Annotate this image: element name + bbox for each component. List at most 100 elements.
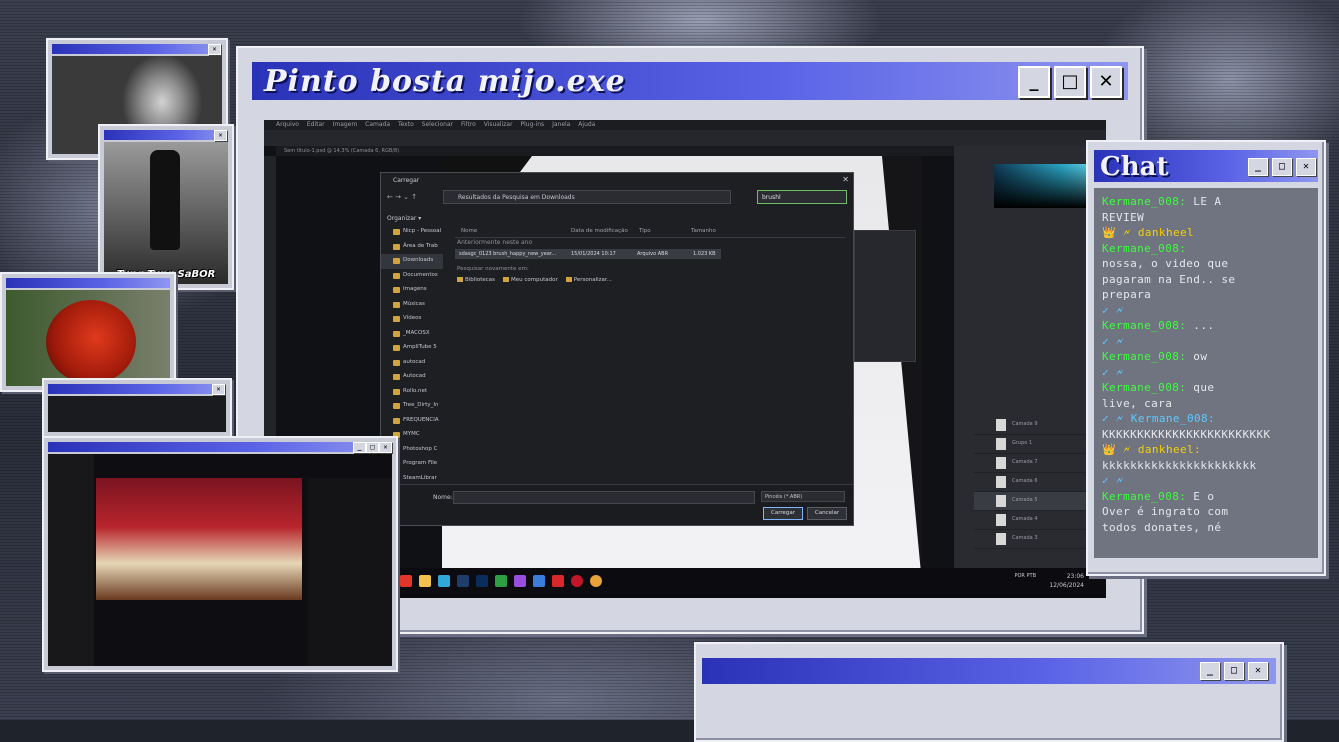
maximize-icon[interactable]: □ <box>1224 662 1244 680</box>
sidebar-item-rollo[interactable]: Rollo.net <box>381 385 443 400</box>
maximize-icon[interactable]: □ <box>1272 158 1292 176</box>
close-icon[interactable]: ✕ <box>842 175 849 184</box>
sidebar-item-pictures[interactable]: Imagens <box>381 283 443 298</box>
column-headers[interactable]: Nome Data de modificação Tipo Tamanho <box>455 227 845 238</box>
group-header[interactable]: Anteriormente neste ano <box>457 239 532 246</box>
bottom-window[interactable]: _ □ ✕ <box>694 642 1284 742</box>
close-icon[interactable]: ✕ <box>1296 158 1316 176</box>
open-dialog[interactable]: Carregar ✕ ← → ⌄ ↑ Resultados da Pesquis… <box>380 172 854 526</box>
menu-texto[interactable]: Texto <box>398 121 414 128</box>
minimize-icon[interactable]: _ <box>1018 66 1050 98</box>
sidebar-item-desktop[interactable]: Área de Trab <box>381 240 443 255</box>
clock[interactable]: 23:06 12/06/2024 <box>1049 572 1084 590</box>
menu-filtro[interactable]: Filtro <box>461 121 476 128</box>
chat-titlebar[interactable]: Chat _ □ ✕ <box>1094 150 1318 182</box>
menu-camada[interactable]: Camada <box>365 121 390 128</box>
sidebar-item-home[interactable]: Nicp - Pessoal <box>381 225 443 240</box>
chat-username[interactable]: Kermane_008: <box>1102 242 1186 255</box>
menu-selecionar[interactable]: Selecionar <box>422 121 453 128</box>
location-computer[interactable]: Meu computador <box>503 277 558 283</box>
webcam-window-4[interactable]: ✕ <box>42 378 232 438</box>
sidebar-item-amplitube[interactable]: AmpliTube 5 <box>381 341 443 356</box>
photoshop-icon[interactable] <box>476 575 488 587</box>
chat-username[interactable]: 👑 🗲 dankheel <box>1102 226 1194 239</box>
chat-username[interactable]: ✓ 🗲 <box>1102 304 1124 317</box>
close-icon[interactable]: ✕ <box>1248 662 1268 680</box>
webcam-window-3[interactable] <box>0 272 176 392</box>
chat-username[interactable]: ✓ 🗲 <box>1102 335 1124 348</box>
options-bar[interactable] <box>264 130 1106 147</box>
chat-window[interactable]: Chat _ □ ✕ Kermane_008: LE A REVIEW 👑 🗲 da… <box>1086 140 1326 576</box>
maximize-icon[interactable]: □ <box>1054 66 1086 98</box>
close-icon[interactable]: ✕ <box>212 384 225 395</box>
search-locations[interactable]: Bibliotecas Meu computador Personalizar.… <box>457 277 612 283</box>
sidebar-item-autocad2[interactable]: Autocad <box>381 370 443 385</box>
sidebar-item-videos[interactable]: Vídeos <box>381 312 443 327</box>
main-titlebar[interactable]: Pinto bosta mijo.exe _ □ ✕ <box>252 62 1128 100</box>
close-icon[interactable]: ✕ <box>379 442 392 453</box>
sidebar-item-autocad[interactable]: autocad <box>381 356 443 371</box>
app-red-icon[interactable] <box>552 575 564 587</box>
opera-icon[interactable] <box>571 575 583 587</box>
chat-username[interactable]: 👑 🗲 dankheel: <box>1102 443 1201 456</box>
stream-sidebar[interactable] <box>48 454 94 666</box>
location-libraries[interactable]: Bibliotecas <box>457 277 495 283</box>
chat-username[interactable]: ✓ 🗲 <box>1102 366 1124 379</box>
maximize-icon[interactable]: □ <box>366 442 379 453</box>
col-name[interactable]: Nome <box>461 228 477 234</box>
chat-username[interactable]: Kermane_008: <box>1102 350 1186 363</box>
sidebar-item-macosx[interactable]: _MACOSX <box>381 327 443 342</box>
address-bar[interactable]: Resultados da Pesquisa em Downloads <box>443 190 731 204</box>
app-green-icon[interactable] <box>495 575 507 587</box>
app-blue-icon[interactable] <box>533 575 545 587</box>
sidebar-item-documents[interactable]: Documentos <box>381 269 443 284</box>
brush-panel[interactable] <box>854 230 916 362</box>
steam-icon[interactable] <box>457 575 469 587</box>
taskbar-icons[interactable] <box>400 575 602 587</box>
chat-username[interactable]: Kermane_008: <box>1102 381 1186 394</box>
nav-arrows-icon[interactable]: ← → ⌄ ↑ <box>387 193 417 201</box>
filetype-select[interactable]: Pincéis (*.ABR) <box>761 491 845 502</box>
search-input[interactable]: brushl <box>757 190 847 204</box>
language-indicator[interactable]: POR PTB <box>1014 572 1036 581</box>
chat-username[interactable]: Kermane_008: <box>1102 490 1186 503</box>
menu-imagem[interactable]: Imagem <box>333 121 358 128</box>
chat-username[interactable]: Kermane_008: <box>1102 195 1186 208</box>
load-button[interactable]: Carregar <box>763 507 803 520</box>
close-icon[interactable]: ✕ <box>208 44 221 55</box>
col-size[interactable]: Tamanho <box>691 228 716 234</box>
sidebar-item-music[interactable]: Músicas <box>381 298 443 313</box>
menu-ajuda[interactable]: Ajuda <box>578 121 595 128</box>
window-titlebar[interactable]: ✕ <box>48 384 226 395</box>
stream-window[interactable]: _ □ ✕ <box>42 436 398 672</box>
folder-icon[interactable] <box>419 575 431 587</box>
sidebar-item-frequencia[interactable]: FREQUENCIA <box>381 414 443 429</box>
chat-username[interactable]: ✓ 🗲 Kermane_008: <box>1102 412 1215 425</box>
chat-messages[interactable]: Kermane_008: LE A REVIEW 👑 🗲 dankheel Kerma… <box>1094 188 1318 558</box>
minimize-icon[interactable]: _ <box>1200 662 1220 680</box>
window-titlebar[interactable] <box>6 278 170 288</box>
stream-video[interactable] <box>96 478 302 600</box>
chat-username[interactable]: ✓ 🗲 <box>1102 474 1124 487</box>
menu-plugins[interactable]: Plug-ins <box>520 121 544 128</box>
app-purple-icon[interactable] <box>514 575 526 587</box>
app-icon[interactable] <box>400 575 412 587</box>
window-titlebar[interactable]: ✕ <box>104 130 228 141</box>
close-icon[interactable]: ✕ <box>1090 66 1122 98</box>
minimize-icon[interactable]: _ <box>1248 158 1268 176</box>
location-custom[interactable]: Personalizar... <box>566 277 612 283</box>
close-icon[interactable]: ✕ <box>214 130 227 141</box>
stream-chat[interactable] <box>308 478 392 666</box>
window-titlebar[interactable]: _ □ ✕ <box>702 658 1276 684</box>
chat-username[interactable]: Kermane_008: <box>1102 319 1186 332</box>
col-date[interactable]: Data de modificação <box>571 228 628 234</box>
col-type[interactable]: Tipo <box>639 228 651 234</box>
window-titlebar[interactable]: ✕ <box>52 44 222 55</box>
window-titlebar[interactable]: _ □ ✕ <box>48 442 392 453</box>
menu-visualizar[interactable]: Visualizar <box>484 121 513 128</box>
minimize-icon[interactable]: _ <box>353 442 366 453</box>
chrome-icon[interactable] <box>590 575 602 587</box>
menu-editar[interactable]: Editar <box>307 121 325 128</box>
sidebar-item-downloads[interactable]: Downloads <box>381 254 443 269</box>
edge-icon[interactable] <box>438 575 450 587</box>
